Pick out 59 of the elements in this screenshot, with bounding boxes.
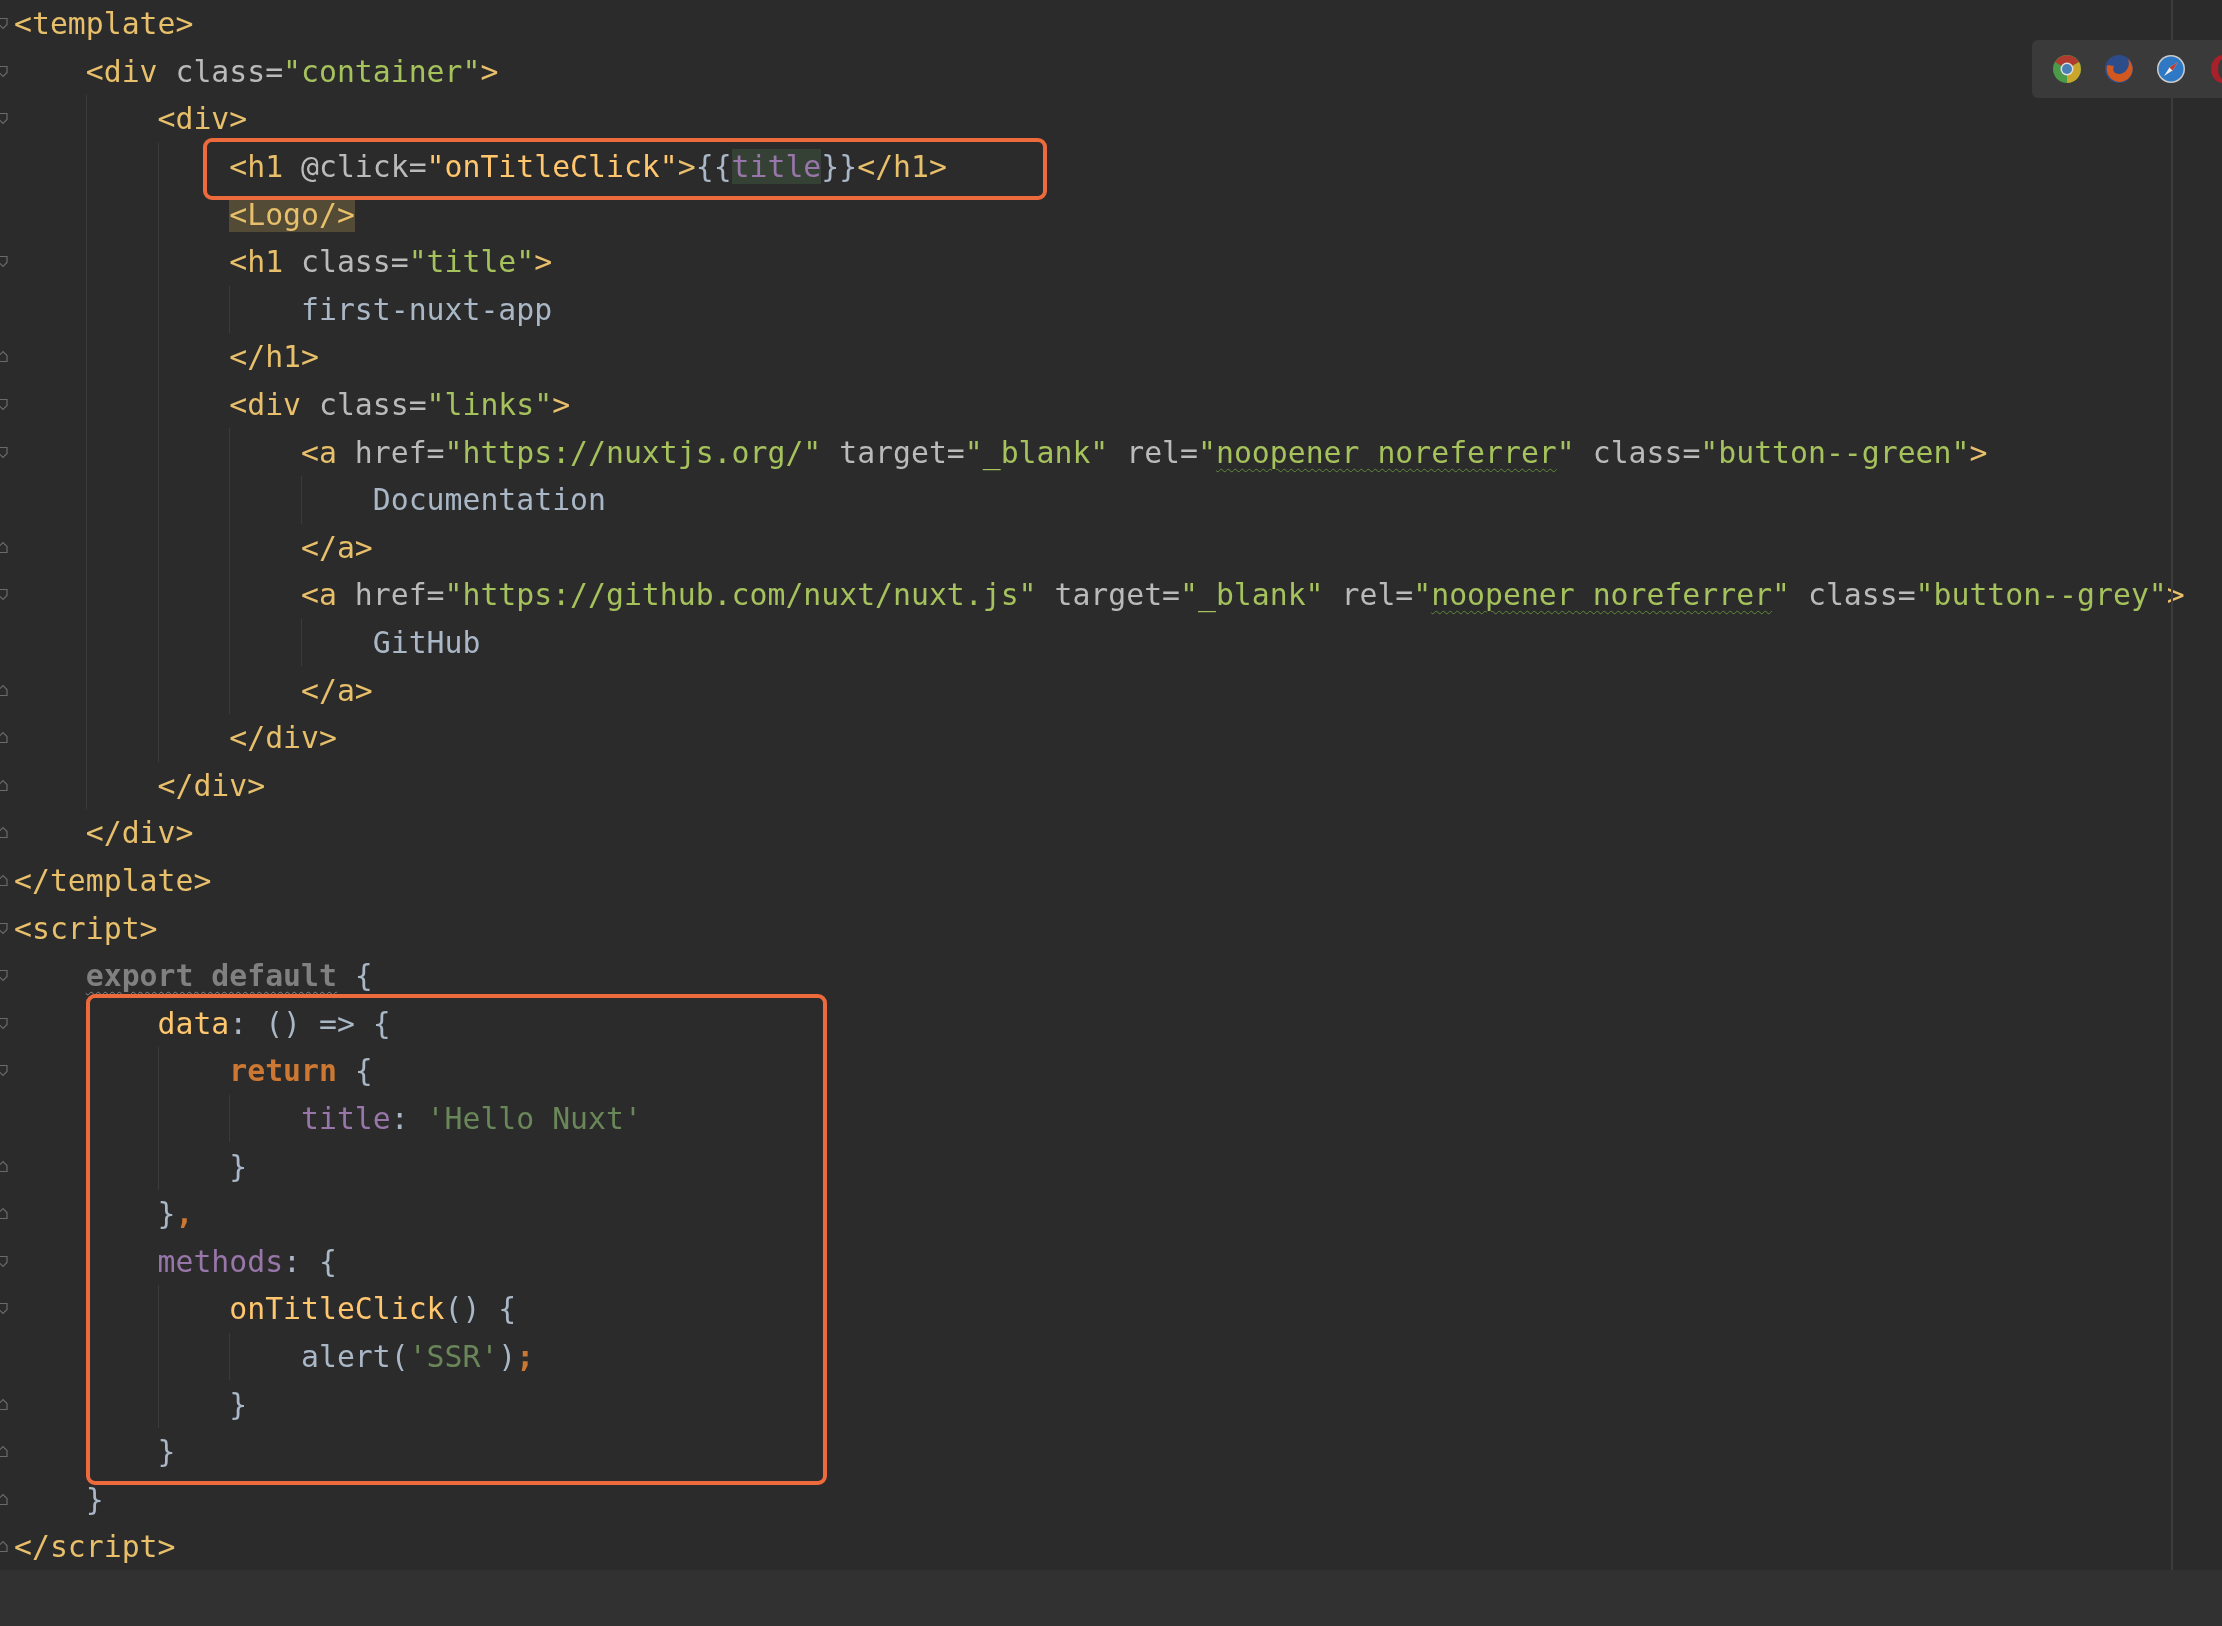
fold-marker-icon[interactable] <box>0 1254 8 1268</box>
code-line: return { <box>229 1053 373 1089</box>
fold-marker-icon[interactable] <box>0 588 8 602</box>
fold-marker-icon[interactable] <box>0 1016 8 1030</box>
fold-marker-icon[interactable] <box>0 1302 8 1316</box>
code-line: methods: { <box>157 1243 337 1279</box>
fold-marker-icon[interactable] <box>0 1397 8 1411</box>
fold-marker-icon[interactable] <box>0 255 8 269</box>
fold-marker-icon[interactable] <box>0 398 8 412</box>
code-line: } <box>229 1386 248 1422</box>
fold-marker-icon[interactable] <box>0 1207 8 1221</box>
fold-marker-icon[interactable] <box>0 731 8 745</box>
code-line: alert('SSR'); <box>301 1338 535 1374</box>
fold-marker-icon[interactable] <box>0 17 8 31</box>
code-line: <script> <box>14 910 158 946</box>
fold-marker-icon[interactable] <box>0 1540 8 1554</box>
code-line: </h1> <box>229 339 319 375</box>
code-line: <h1 class="title"> <box>229 244 553 280</box>
fold-marker-icon[interactable] <box>0 874 8 887</box>
code-line: </a> <box>301 672 373 708</box>
code-line: }, <box>157 1196 194 1232</box>
code-line: first-nuxt-app <box>301 291 553 327</box>
fold-marker-icon[interactable] <box>0 350 8 364</box>
code-line: Documentation <box>372 482 606 518</box>
code-line: <h1 @click="onTitleClick">{{title}}</h1> <box>229 149 947 185</box>
fold-marker-icon[interactable] <box>0 64 8 78</box>
code-line: </template> <box>14 863 212 898</box>
code-line: </a> <box>301 529 373 565</box>
fold-marker-icon[interactable] <box>0 112 8 126</box>
code-line: </div> <box>229 720 337 756</box>
code-line: <template> <box>14 6 194 42</box>
code-line: onTitleClick() { <box>229 1291 517 1327</box>
code-line: <div class="container"> <box>85 53 499 89</box>
code-line: GitHub <box>372 625 481 660</box>
fold-marker-icon[interactable] <box>0 683 8 697</box>
fold-marker-icon[interactable] <box>0 921 8 935</box>
fold-marker-icon[interactable] <box>0 969 8 983</box>
compass-icon[interactable] <box>2156 54 2186 84</box>
fold-marker-icon[interactable] <box>0 1064 8 1078</box>
fold-marker-icon[interactable] <box>0 445 8 459</box>
code-line: } <box>157 1434 176 1470</box>
fold-marker-icon[interactable] <box>0 1492 8 1506</box>
code-line: <a href="https://nuxtjs.org/" target="_blank" rel="noopener noreferrer" class="button--green"> <box>301 434 1988 470</box>
code-line: </script> <box>14 1529 176 1565</box>
fold-marker-icon[interactable] <box>0 1159 8 1173</box>
code-line: export default { <box>85 958 373 994</box>
fold-marker-icon[interactable] <box>0 540 8 554</box>
code-line: </div> <box>157 767 266 803</box>
fold-marker-icon[interactable] <box>0 1445 8 1459</box>
code-line: <div> <box>157 101 248 137</box>
code-line: } <box>85 1481 104 1517</box>
code-line: </div> <box>85 815 194 851</box>
code-line: data: () => { <box>157 1005 391 1041</box>
fold-marker-icon[interactable] <box>0 778 8 792</box>
code-line: <div class="links"> <box>229 387 571 423</box>
code-line: title: 'Hello Nuxt' <box>301 1100 642 1136</box>
fold-marker-icon[interactable] <box>0 826 8 840</box>
browser-icon[interactable] <box>2052 54 2082 84</box>
code-line: } <box>229 1148 248 1184</box>
